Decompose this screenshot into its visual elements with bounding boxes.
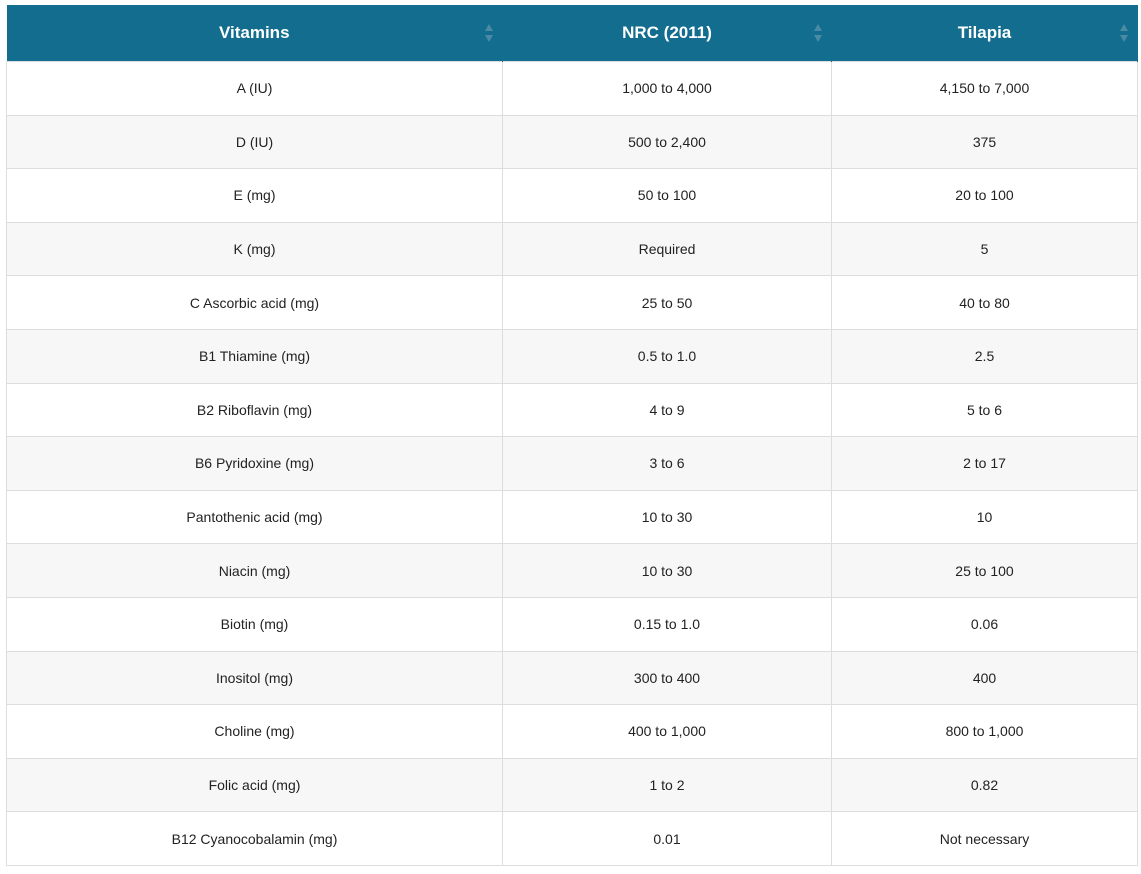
sort-icon[interactable] [813, 22, 823, 44]
cell-nrc: 25 to 50 [502, 275, 832, 330]
cell-tilapia: 10 [831, 489, 1138, 545]
vitamins-table: Vitamins NRC (2011) Tilapia A (IU) 1,000… [6, 5, 1138, 866]
cell-nrc: 4 to 9 [502, 382, 832, 438]
cell-vitamin: B2 Riboflavin (mg) [6, 382, 503, 438]
cell-vitamin: K (mg) [6, 221, 503, 277]
cell-vitamin: Biotin (mg) [6, 596, 503, 652]
cell-tilapia: 2.5 [831, 328, 1138, 384]
cell-vitamin: Choline (mg) [6, 704, 503, 759]
cell-nrc: 0.5 to 1.0 [502, 328, 832, 384]
cell-vitamin: C Ascorbic acid (mg) [6, 275, 503, 330]
cell-nrc: 10 to 30 [502, 543, 832, 598]
cell-vitamin: B12 Cyanocobalamin (mg) [6, 811, 503, 866]
cell-tilapia: 40 to 80 [831, 275, 1138, 330]
table-row: B1 Thiamine (mg) 0.5 to 1.0 2.5 [6, 328, 1138, 384]
cell-nrc: 0.01 [502, 811, 832, 866]
cell-tilapia: 20 to 100 [831, 168, 1138, 223]
table-row: A (IU) 1,000 to 4,000 4,150 to 7,000 [6, 61, 1138, 116]
cell-tilapia: 4,150 to 7,000 [831, 61, 1138, 116]
column-header-tilapia[interactable]: Tilapia [831, 5, 1138, 62]
cell-nrc: 400 to 1,000 [502, 704, 832, 759]
cell-nrc: 0.15 to 1.0 [502, 596, 832, 652]
cell-vitamin: D (IU) [6, 114, 503, 170]
cell-vitamin: B1 Thiamine (mg) [6, 328, 503, 384]
table-row: Pantothenic acid (mg) 10 to 30 10 [6, 489, 1138, 545]
cell-tilapia: 800 to 1,000 [831, 704, 1138, 759]
header-row: Vitamins NRC (2011) Tilapia [6, 5, 1138, 62]
cell-nrc: 3 to 6 [502, 436, 832, 491]
cell-nrc: 300 to 400 [502, 650, 832, 706]
cell-tilapia: 5 to 6 [831, 382, 1138, 438]
cell-vitamin: Pantothenic acid (mg) [6, 489, 503, 545]
column-header-label: NRC (2011) [622, 23, 712, 42]
table-header: Vitamins NRC (2011) Tilapia [6, 5, 1138, 62]
cell-vitamin: A (IU) [6, 61, 503, 116]
sort-icon[interactable] [1119, 22, 1129, 44]
table-row: Biotin (mg) 0.15 to 1.0 0.06 [6, 596, 1138, 652]
cell-nrc: 1 to 2 [502, 757, 832, 813]
table-row: B12 Cyanocobalamin (mg) 0.01 Not necessa… [6, 811, 1138, 866]
cell-tilapia: 5 [831, 221, 1138, 277]
table-row: K (mg) Required 5 [6, 221, 1138, 277]
cell-tilapia: 0.06 [831, 596, 1138, 652]
table-body: A (IU) 1,000 to 4,000 4,150 to 7,000 D (… [6, 61, 1138, 866]
cell-vitamin: Niacin (mg) [6, 543, 503, 598]
vitamins-table-container: Vitamins NRC (2011) Tilapia A (IU) 1,000… [6, 5, 1138, 866]
sort-icon[interactable] [484, 22, 494, 44]
cell-nrc: 500 to 2,400 [502, 114, 832, 170]
table-row: Inositol (mg) 300 to 400 400 [6, 650, 1138, 706]
column-header-nrc-2011[interactable]: NRC (2011) [502, 5, 832, 62]
table-row: Folic acid (mg) 1 to 2 0.82 [6, 757, 1138, 813]
table-row: D (IU) 500 to 2,400 375 [6, 114, 1138, 170]
table-row: Niacin (mg) 10 to 30 25 to 100 [6, 543, 1138, 598]
table-row: E (mg) 50 to 100 20 to 100 [6, 168, 1138, 223]
cell-vitamin: Folic acid (mg) [6, 757, 503, 813]
table-row: Choline (mg) 400 to 1,000 800 to 1,000 [6, 704, 1138, 759]
cell-vitamin: Inositol (mg) [6, 650, 503, 706]
cell-nrc: Required [502, 221, 832, 277]
table-row: B6 Pyridoxine (mg) 3 to 6 2 to 17 [6, 436, 1138, 491]
table-row: B2 Riboflavin (mg) 4 to 9 5 to 6 [6, 382, 1138, 438]
column-header-label: Vitamins [218, 23, 290, 42]
column-header-vitamins[interactable]: Vitamins [6, 5, 503, 62]
cell-vitamin: B6 Pyridoxine (mg) [6, 436, 503, 491]
cell-tilapia: 0.82 [831, 757, 1138, 813]
cell-tilapia: 400 [831, 650, 1138, 706]
cell-tilapia: 375 [831, 114, 1138, 170]
table-row: C Ascorbic acid (mg) 25 to 50 40 to 80 [6, 275, 1138, 330]
cell-tilapia: Not necessary [831, 811, 1138, 866]
column-header-label: Tilapia [957, 23, 1012, 42]
cell-nrc: 50 to 100 [502, 168, 832, 223]
cell-tilapia: 25 to 100 [831, 543, 1138, 598]
cell-nrc: 10 to 30 [502, 489, 832, 545]
cell-vitamin: E (mg) [6, 168, 503, 223]
cell-tilapia: 2 to 17 [831, 436, 1138, 491]
cell-nrc: 1,000 to 4,000 [502, 61, 832, 116]
